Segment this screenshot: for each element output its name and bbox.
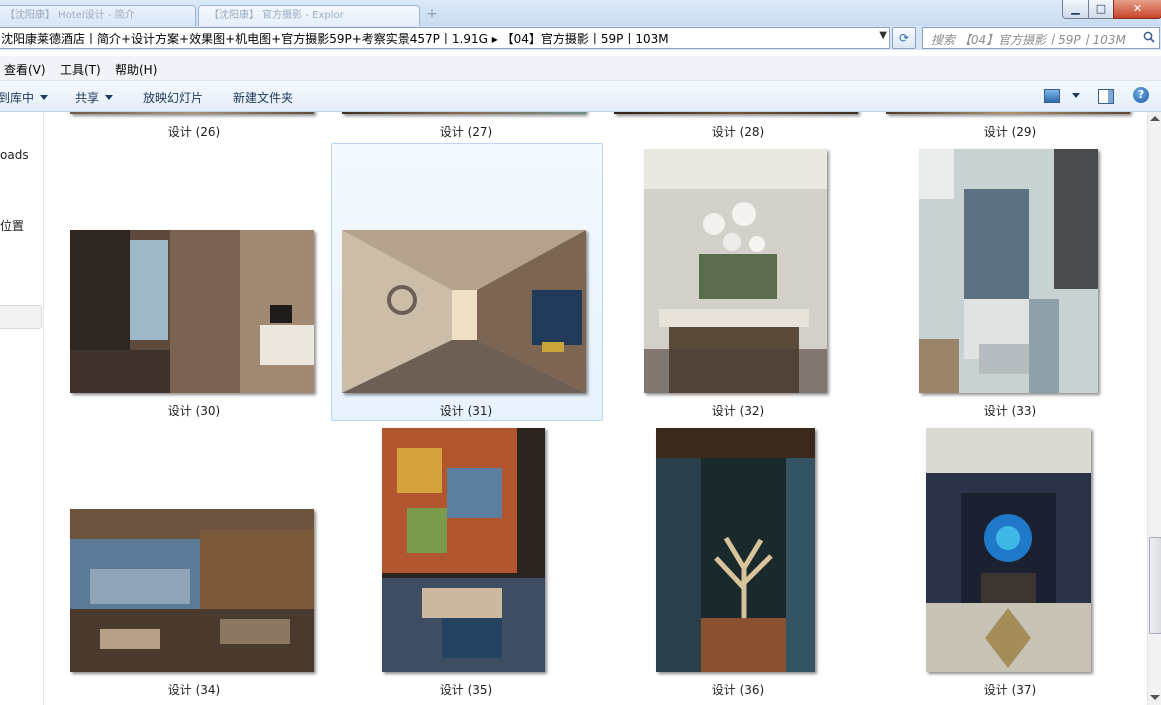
nav-item-selected[interactable] bbox=[0, 305, 42, 329]
thumbnail-design-36[interactable] bbox=[656, 428, 815, 672]
nav-item-recent-places[interactable]: 位置 bbox=[0, 217, 24, 234]
file-name[interactable]: 设计 (36) bbox=[668, 681, 808, 698]
search-placeholder: 搜索 【04】官方摄影丨59P丨103M bbox=[931, 33, 1126, 47]
thumbnail-design-37[interactable] bbox=[926, 428, 1091, 672]
chevron-down-icon[interactable] bbox=[1072, 93, 1080, 98]
thumbnail-design-34[interactable] bbox=[70, 509, 314, 672]
minimize-button[interactable]: ▁ bbox=[1062, 0, 1089, 19]
thumbnail-design-35[interactable] bbox=[382, 428, 545, 672]
file-name[interactable]: 设计 (37) bbox=[940, 681, 1080, 698]
address-row: 沈阳康莱德酒店丨简介+设计方案+效果图+机电图+官方摄影59P+考察实景457P… bbox=[0, 26, 1161, 50]
file-grid: 设计 (26) 设计 (27) 设计 (28) 设计 (29) 设计 (30) … bbox=[44, 112, 1147, 705]
scroll-down-icon[interactable] bbox=[1150, 695, 1160, 700]
file-name[interactable]: 设计 (31) bbox=[396, 402, 536, 419]
title-bar: 【沈阳康】 Hotel设计 - 简介 【沈阳康】 官方摄影 - Explor +… bbox=[0, 0, 1161, 27]
vertical-scrollbar[interactable] bbox=[1147, 112, 1161, 705]
menu-bar: 查看(V) 工具(T) 帮助(H) bbox=[0, 56, 1161, 81]
file-name[interactable]: 设计 (27) bbox=[396, 123, 536, 140]
thumbnail[interactable] bbox=[614, 112, 858, 114]
file-name[interactable]: 设计 (28) bbox=[668, 123, 808, 140]
file-name[interactable]: 设计 (33) bbox=[940, 402, 1080, 419]
navigation-pane: oads 位置 bbox=[0, 112, 44, 705]
nav-item-downloads[interactable]: oads bbox=[0, 148, 29, 162]
address-bar[interactable]: 沈阳康莱德酒店丨简介+设计方案+效果图+机电图+官方摄影59P+考察实景457P… bbox=[0, 27, 890, 49]
command-bar: 到库中 共享 放映幻灯片 新建文件夹 ? bbox=[0, 81, 1161, 112]
thumbnail[interactable] bbox=[886, 112, 1130, 114]
thumbnail-design-31[interactable] bbox=[342, 230, 586, 393]
preview-pane-icon[interactable] bbox=[1098, 89, 1114, 104]
scroll-up-icon[interactable] bbox=[1150, 116, 1160, 121]
thumbnail[interactable] bbox=[342, 112, 586, 114]
file-name[interactable]: 设计 (30) bbox=[124, 402, 264, 419]
chevron-down-icon[interactable]: ▼ bbox=[879, 30, 887, 41]
file-name[interactable]: 设计 (35) bbox=[396, 681, 536, 698]
thumbnail-design-30[interactable] bbox=[70, 230, 314, 393]
scrollbar-thumb[interactable] bbox=[1149, 537, 1161, 634]
new-tab-icon[interactable]: + bbox=[424, 6, 440, 22]
close-button[interactable]: ✕ bbox=[1113, 0, 1161, 19]
slideshow-button[interactable]: 放映幻灯片 bbox=[143, 89, 203, 106]
file-name[interactable]: 设计 (26) bbox=[124, 123, 264, 140]
search-icon[interactable] bbox=[1143, 31, 1155, 43]
menu-tools[interactable]: 工具(T) bbox=[60, 61, 101, 78]
chevron-down-icon bbox=[105, 95, 114, 100]
tab-2[interactable]: 【沈阳康】 官方摄影 - Explor bbox=[198, 5, 420, 27]
file-name[interactable]: 设计 (34) bbox=[124, 681, 264, 698]
chevron-down-icon bbox=[40, 95, 49, 100]
new-folder-button[interactable]: 新建文件夹 bbox=[233, 89, 293, 106]
include-in-library-button[interactable]: 到库中 bbox=[0, 89, 49, 106]
file-name[interactable]: 设计 (29) bbox=[940, 123, 1080, 140]
refresh-icon: ⟳ bbox=[898, 31, 910, 45]
menu-view[interactable]: 查看(V) bbox=[4, 61, 46, 78]
search-input[interactable]: 搜索 【04】官方摄影丨59P丨103M bbox=[922, 27, 1160, 49]
help-icon[interactable]: ? bbox=[1133, 87, 1149, 103]
share-button[interactable]: 共享 bbox=[75, 89, 114, 106]
refresh-button[interactable]: ⟳ bbox=[892, 27, 916, 49]
address-path[interactable]: 沈阳康莱德酒店丨简介+设计方案+效果图+机电图+官方摄影59P+考察实景457P… bbox=[1, 30, 669, 47]
thumbnail[interactable] bbox=[70, 112, 314, 114]
change-view-icon[interactable] bbox=[1044, 89, 1060, 103]
file-name[interactable]: 设计 (32) bbox=[668, 402, 808, 419]
thumbnail-design-33[interactable] bbox=[919, 149, 1098, 393]
menu-help[interactable]: 帮助(H) bbox=[115, 61, 157, 78]
tab-1[interactable]: 【沈阳康】 Hotel设计 - 简介 bbox=[0, 5, 196, 27]
thumbnail-design-32[interactable] bbox=[644, 149, 827, 393]
maximize-button[interactable]: □ bbox=[1088, 0, 1114, 19]
